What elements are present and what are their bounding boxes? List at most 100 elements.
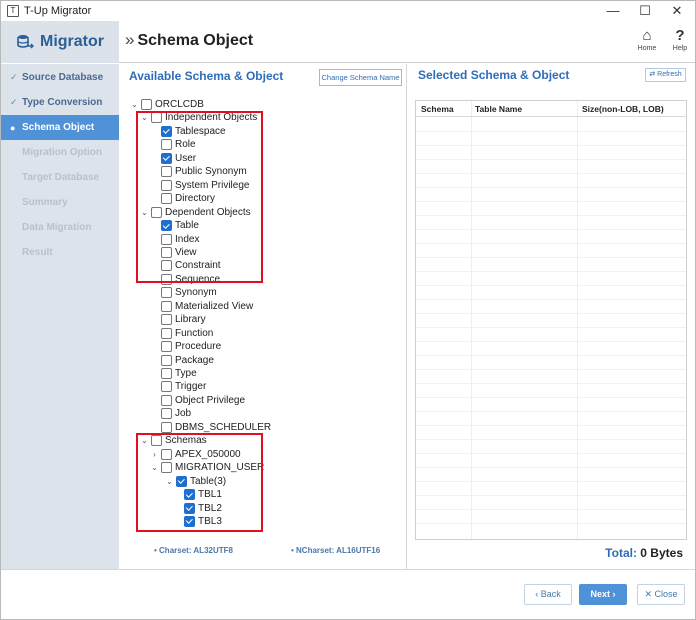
- sidebar-step-summary[interactable]: ✓Summary: [1, 190, 119, 215]
- tree-checkbox[interactable]: [161, 260, 172, 272]
- tree-node-job[interactable]: Job: [161, 407, 191, 420]
- tree-node-migration-user[interactable]: ⌄ MIGRATION_USER: [151, 461, 264, 474]
- tree-node-schemas[interactable]: ⌄ Schemas: [141, 434, 207, 447]
- tree-node-tablespace[interactable]: Tablespace: [161, 125, 226, 138]
- tree-node-library[interactable]: Library: [161, 313, 206, 326]
- tree-checkbox[interactable]: [161, 394, 172, 406]
- tree-checkbox[interactable]: [161, 354, 172, 366]
- expand-chevron-icon[interactable]: ⌄: [140, 436, 149, 445]
- tree-node-table[interactable]: Table: [161, 219, 199, 232]
- tree-node-function[interactable]: Function: [161, 327, 213, 340]
- tree-checkbox[interactable]: [184, 515, 195, 527]
- tree-checkbox[interactable]: [161, 220, 172, 232]
- tree-checkbox[interactable]: [161, 233, 172, 245]
- page-title-text: Schema Object: [137, 32, 254, 49]
- tree-node-index[interactable]: Index: [161, 233, 199, 246]
- tree-node-independent-objects[interactable]: ⌄ Independent Objects: [141, 111, 257, 124]
- tree-node-tbl3[interactable]: TBL3: [184, 515, 222, 528]
- expand-chevron-icon[interactable]: ⌄: [130, 100, 139, 109]
- sidebar-step-migration-option[interactable]: ✓Migration Option: [1, 140, 119, 165]
- expand-chevron-icon[interactable]: ⌄: [140, 113, 149, 122]
- refresh-button[interactable]: ⇄ Refresh: [645, 68, 686, 82]
- close-button[interactable]: ✕ Close: [637, 584, 685, 605]
- back-button[interactable]: ‹ Back: [524, 584, 572, 605]
- expand-chevron-icon[interactable]: ⌄: [140, 208, 149, 217]
- selected-objects-grid[interactable]: Schema Table Name Size(non-LOB, LOB): [415, 100, 687, 540]
- tree-checkbox[interactable]: [161, 152, 172, 164]
- grid-row-line: [416, 159, 686, 160]
- tree-checkbox[interactable]: [161, 327, 172, 339]
- tree-node-apex-050000[interactable]: › APEX_050000: [153, 448, 241, 461]
- tree-checkbox[interactable]: [161, 193, 172, 205]
- column-header-schema[interactable]: Schema: [421, 104, 454, 114]
- tree-node-public-synonym[interactable]: Public Synonym: [161, 165, 247, 178]
- tree-node-dbms-scheduler[interactable]: DBMS_SCHEDULER: [161, 421, 271, 434]
- tree-checkbox[interactable]: [161, 462, 172, 474]
- active-step-bullet-icon: ●: [10, 122, 16, 133]
- tree-checkbox[interactable]: [161, 125, 172, 137]
- tree-checkbox[interactable]: [141, 99, 152, 110]
- minimize-button[interactable]: —: [597, 1, 629, 21]
- tree-node-label: Type: [175, 368, 197, 379]
- tree-node-tbl1[interactable]: TBL1: [184, 488, 222, 501]
- tree-checkbox[interactable]: [161, 246, 172, 258]
- tree-checkbox[interactable]: [161, 341, 172, 353]
- tree-node-orclcdb[interactable]: ⌄ ORCLCDB: [131, 98, 204, 111]
- tree-checkbox[interactable]: [161, 408, 172, 420]
- tree-checkbox[interactable]: [161, 448, 172, 460]
- tree-node-type[interactable]: Type: [161, 367, 197, 380]
- tree-node-synonym[interactable]: Synonym: [161, 286, 217, 299]
- tree-checkbox[interactable]: [184, 489, 195, 501]
- tree-checkbox[interactable]: [161, 368, 172, 379]
- expand-chevron-icon[interactable]: ⌄: [150, 463, 159, 472]
- tree-checkbox[interactable]: [151, 112, 162, 124]
- sidebar-step-label: Summary: [22, 197, 68, 208]
- sidebar-step-label: Source Database: [22, 72, 104, 83]
- tree-node-trigger[interactable]: Trigger: [161, 380, 206, 393]
- maximize-button[interactable]: ☐: [629, 1, 661, 21]
- tree-checkbox[interactable]: [151, 435, 162, 447]
- change-schema-name-button[interactable]: Change Schema Name: [319, 69, 402, 86]
- column-header-table-name[interactable]: Table Name: [475, 104, 522, 114]
- tree-node-sequence[interactable]: Sequence: [161, 273, 220, 286]
- next-button[interactable]: Next ›: [579, 584, 627, 605]
- tree-node-tbl2[interactable]: TBL2: [184, 502, 222, 515]
- tree-checkbox[interactable]: [161, 287, 172, 299]
- grid-row-line: [416, 425, 686, 426]
- tree-checkbox[interactable]: [151, 206, 162, 218]
- tree-checkbox[interactable]: [161, 421, 172, 433]
- home-button[interactable]: ⌂ Home: [633, 27, 661, 52]
- help-button[interactable]: ? Help: [666, 27, 694, 52]
- tree-node-system-privilege[interactable]: System Privilege: [161, 179, 249, 192]
- tree-node-user[interactable]: User: [161, 152, 196, 165]
- tree-node-object-privilege[interactable]: Object Privilege: [161, 394, 245, 407]
- collapse-chevron-icon[interactable]: ›: [150, 450, 159, 459]
- tree-checkbox[interactable]: [184, 502, 195, 514]
- tree-node-procedure[interactable]: Procedure: [161, 340, 221, 353]
- tree-node-package[interactable]: Package: [161, 354, 214, 367]
- sidebar-step-data-migration[interactable]: ✓Data Migration: [1, 215, 119, 240]
- close-window-button[interactable]: ✕: [661, 1, 693, 21]
- tree-node-view[interactable]: View: [161, 246, 197, 259]
- column-header-size[interactable]: Size(non-LOB, LOB): [582, 104, 664, 114]
- tree-checkbox[interactable]: [161, 381, 172, 393]
- tree-node-constraint[interactable]: Constraint: [161, 259, 221, 272]
- tree-node-role[interactable]: Role: [161, 138, 196, 151]
- tree-checkbox[interactable]: [161, 273, 172, 285]
- tree-checkbox[interactable]: [161, 139, 172, 151]
- tree-node-directory[interactable]: Directory: [161, 192, 215, 205]
- tree-checkbox[interactable]: [161, 166, 172, 178]
- tree-node-dependent-objects[interactable]: ⌄ Dependent Objects: [141, 206, 251, 219]
- sidebar-step-schema-object[interactable]: ● Schema Object: [1, 115, 119, 140]
- tree-checkbox[interactable]: [176, 475, 187, 487]
- sidebar-step-result[interactable]: ✓Result: [1, 240, 119, 265]
- tree-checkbox[interactable]: [161, 179, 172, 191]
- sidebar-step-target-database[interactable]: ✓Target Database: [1, 165, 119, 190]
- expand-chevron-icon[interactable]: ⌄: [165, 477, 174, 486]
- tree-checkbox[interactable]: [161, 314, 172, 326]
- tree-node-table-3[interactable]: ⌄ Table(3): [166, 475, 226, 488]
- sidebar-step-source-database[interactable]: ✓ Source Database: [1, 65, 119, 90]
- sidebar-step-type-conversion[interactable]: ✓ Type Conversion: [1, 90, 119, 115]
- tree-checkbox[interactable]: [161, 300, 172, 312]
- tree-node-materialized-view[interactable]: Materialized View: [161, 300, 253, 313]
